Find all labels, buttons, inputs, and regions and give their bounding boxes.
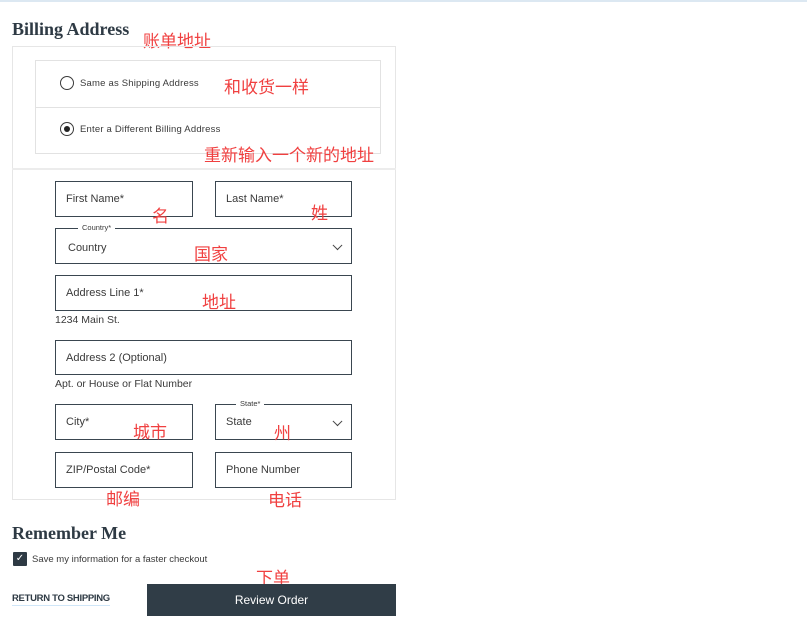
annotation-new-address: 重新输入一个新的地址 bbox=[204, 146, 374, 166]
annotation-zip: 邮编 bbox=[106, 490, 140, 510]
top-border bbox=[0, 0, 807, 2]
annotation-address: 地址 bbox=[202, 293, 236, 313]
remember-me-heading: Remember Me bbox=[12, 523, 127, 543]
last-name-placeholder: Last Name* bbox=[226, 193, 284, 205]
panel-divider bbox=[12, 168, 396, 170]
annotation-city: 城市 bbox=[133, 423, 167, 443]
save-info-checkbox[interactable]: ✓ bbox=[13, 552, 27, 566]
phone-number-placeholder: Phone Number bbox=[226, 464, 300, 476]
radio-checked-icon[interactable] bbox=[60, 122, 74, 136]
annotation-first-name: 名 bbox=[152, 207, 169, 227]
billing-address-heading: Billing Address bbox=[12, 19, 130, 39]
annotation-phone: 电话 bbox=[268, 491, 302, 511]
address-line-2-helper: Apt. or House or Flat Number bbox=[55, 378, 193, 390]
zip-code-input[interactable]: ZIP/Postal Code* bbox=[55, 452, 193, 488]
save-info-label: Save my information for a faster checkou… bbox=[32, 554, 208, 565]
annotation-state: 州 bbox=[274, 424, 291, 444]
chevron-down-icon[interactable] bbox=[332, 416, 343, 427]
zip-code-placeholder: ZIP/Postal Code* bbox=[66, 464, 151, 476]
annotation-country: 国家 bbox=[194, 245, 228, 265]
city-input[interactable]: City* bbox=[55, 404, 193, 440]
radio-same-as-shipping[interactable]: Same as Shipping Address bbox=[60, 76, 199, 90]
last-name-input[interactable]: Last Name* bbox=[215, 181, 352, 217]
radio-label: Same as Shipping Address bbox=[80, 77, 199, 89]
return-to-shipping-link[interactable]: RETURN TO SHIPPING bbox=[12, 593, 110, 606]
address-line-1-placeholder: Address Line 1* bbox=[66, 287, 144, 299]
annotation-same-as-shipping: 和收货一样 bbox=[224, 78, 309, 98]
country-legend: Country* bbox=[78, 223, 116, 232]
first-name-input[interactable]: First Name* bbox=[55, 181, 193, 217]
annotation-last-name: 姓 bbox=[311, 204, 328, 224]
billing-option-group: Same as Shipping Address Enter a Differe… bbox=[35, 60, 381, 154]
phone-number-input[interactable]: Phone Number bbox=[215, 452, 352, 488]
radio-unchecked-icon[interactable] bbox=[60, 76, 74, 90]
checkmark-icon: ✓ bbox=[15, 553, 25, 564]
address-line-1-helper: 1234 Main St. bbox=[55, 314, 120, 326]
address-line-2-input[interactable]: Address 2 (Optional) bbox=[55, 340, 352, 375]
radio-different-billing[interactable]: Enter a Different Billing Address bbox=[60, 122, 221, 136]
state-value: State bbox=[226, 416, 252, 428]
chevron-down-icon[interactable] bbox=[332, 240, 343, 251]
radio-label: Enter a Different Billing Address bbox=[80, 123, 221, 135]
state-legend: State* bbox=[236, 399, 265, 408]
address-line-2-placeholder: Address 2 (Optional) bbox=[66, 351, 167, 364]
country-value: Country bbox=[68, 241, 107, 254]
option-divider bbox=[36, 107, 380, 108]
city-placeholder: City* bbox=[66, 416, 90, 428]
first-name-placeholder: First Name* bbox=[66, 193, 125, 205]
review-order-button[interactable]: Review Order bbox=[147, 584, 396, 616]
